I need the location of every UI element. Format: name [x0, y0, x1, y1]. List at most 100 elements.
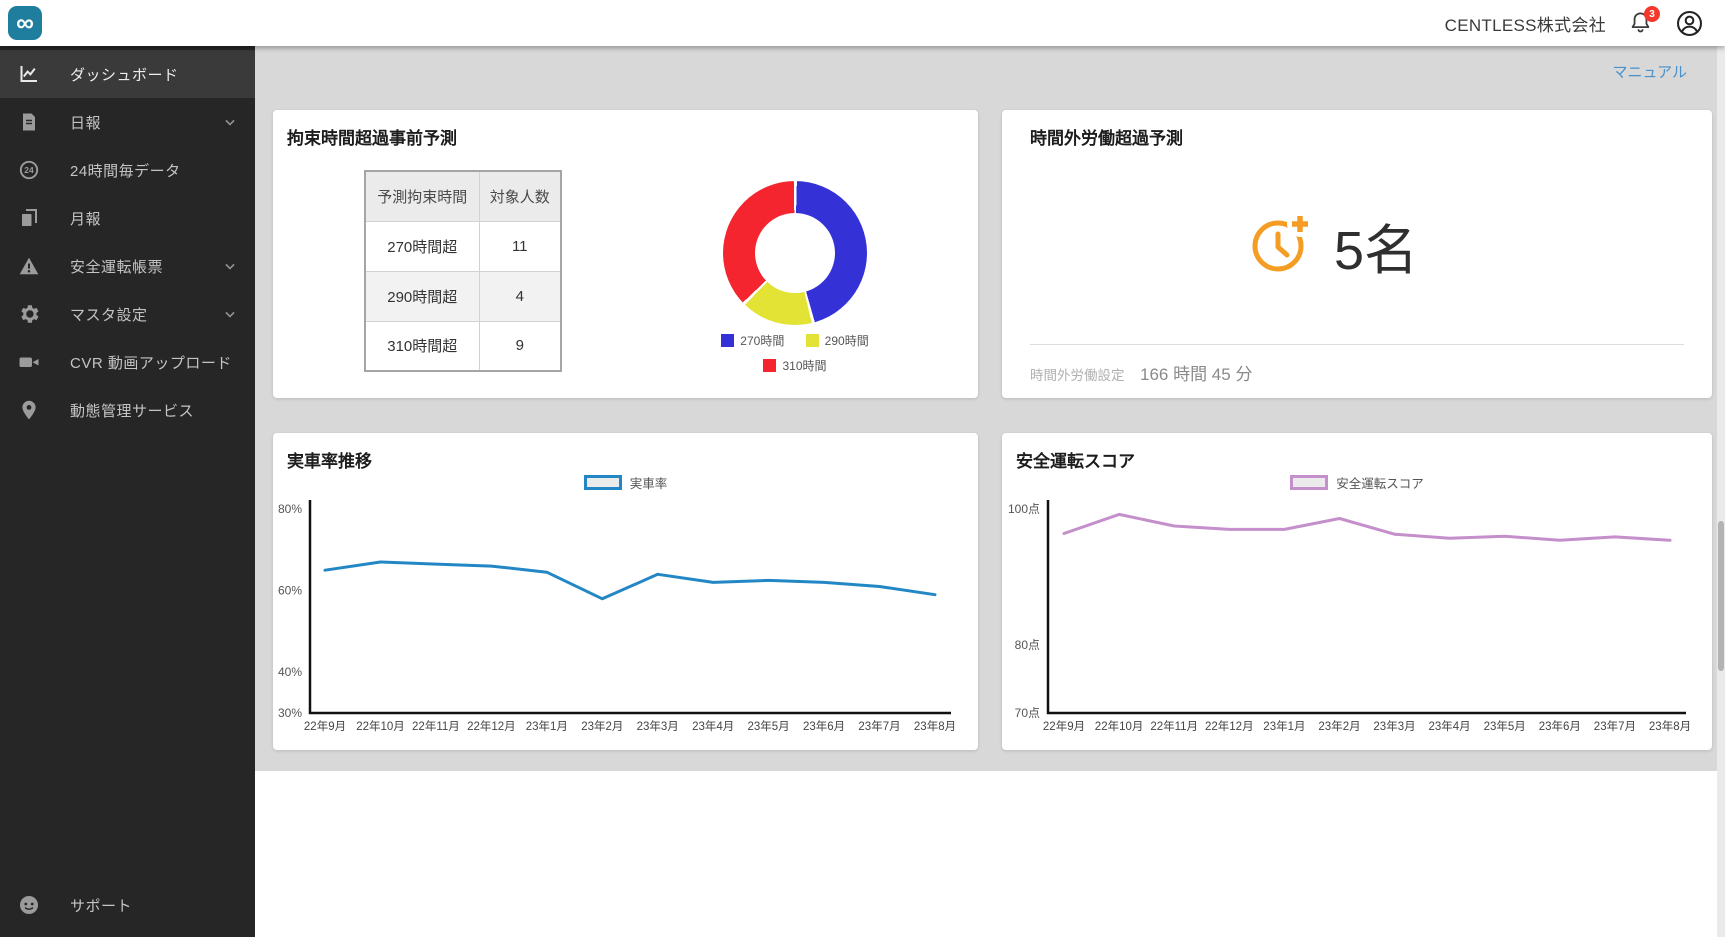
x-tick-label: 23年7月 [1594, 719, 1636, 733]
legend-label: 290時間 [825, 332, 869, 349]
x-tick-label: 23年2月 [1318, 719, 1360, 733]
x-tick-label: 23年3月 [1373, 719, 1415, 733]
table-cell: 9 [479, 321, 561, 371]
x-tick-label: 22年12月 [467, 719, 516, 733]
x-tick-label: 22年9月 [1043, 719, 1085, 733]
sidebar-item-label: サポート [70, 895, 132, 916]
sidebar-item-label: CVR 動画アップロード [70, 352, 232, 373]
sidebar-item-label: 月報 [70, 208, 101, 229]
sidebar-item-safe-driving-forms[interactable]: 安全運転帳票 [0, 242, 255, 290]
scrollbar-track[interactable] [1717, 46, 1725, 937]
x-tick-label: 23年7月 [858, 719, 900, 733]
x-tick-label: 22年11月 [1150, 719, 1198, 733]
account-icon[interactable] [1676, 10, 1703, 37]
legend-label: 310時間 [782, 357, 826, 374]
legend-swatch [721, 334, 734, 347]
y-tick-label: 100点 [1008, 502, 1040, 516]
chart-legend: 安全運転スコア [1002, 473, 1712, 492]
x-tick-label: 23年6月 [803, 719, 845, 733]
table-cell: 290時間超 [365, 271, 479, 321]
card-overtime-prediction: 時間外労働超過予測 5名 時間外労働設定 166 時間 45 分 [1002, 110, 1712, 398]
y-tick-label: 80% [278, 502, 302, 516]
y-tick-label: 40% [278, 665, 302, 679]
legend-label: 270時間 [740, 332, 784, 349]
sidebar-item-24h-data[interactable]: 24 24時間毎データ [0, 146, 255, 194]
app-logo[interactable]: ∞ [8, 6, 42, 40]
x-tick-label: 22年12月 [1205, 719, 1254, 733]
video-camera-icon [18, 351, 40, 373]
line-chart-safety-score: 100点80点70点22年9月22年10月22年11月22年12月23年1月23… [1002, 497, 1712, 747]
x-tick-label: 23年3月 [637, 719, 679, 733]
table-header-row: 予測拘束時間 対象人数 [365, 171, 561, 221]
chart-axis [310, 500, 951, 713]
company-name: CENTLESS株式会社 [1445, 11, 1606, 36]
chevron-down-icon [221, 257, 239, 275]
gear-icon [18, 303, 40, 325]
chevron-down-icon [221, 113, 239, 131]
main-content: マニュアル 拘束時間超過事前予測 予測拘束時間 対象人数 270時間超 11 2… [255, 46, 1725, 937]
x-tick-label: 23年4月 [1429, 719, 1471, 733]
x-tick-label: 22年10月 [1095, 719, 1144, 733]
sidebar-item-dynamic-management[interactable]: 動態管理サービス [0, 386, 255, 434]
donut-chart [723, 181, 867, 325]
legend-label: 安全運転スコア [1336, 473, 1424, 492]
series-line [1064, 514, 1670, 540]
sidebar-item-dashboard[interactable]: ダッシュボード [0, 50, 255, 98]
top-bar: ∞ CENTLESS株式会社 3 [0, 0, 1725, 46]
legend-swatch [584, 475, 622, 490]
donut-legend: 270時間 290時間 310時間 [675, 332, 915, 382]
x-tick-label: 23年5月 [1484, 719, 1526, 733]
x-tick-label: 22年9月 [304, 719, 346, 733]
svg-text:24: 24 [24, 165, 34, 175]
legend-label: 実車率 [630, 473, 668, 492]
notification-badge: 3 [1644, 6, 1660, 22]
clock-24-icon: 24 [18, 159, 40, 181]
pages-icon [18, 207, 40, 229]
sidebar-item-label: 動態管理サービス [70, 400, 194, 421]
y-tick-label: 30% [278, 706, 302, 720]
card-restraint-time-prediction: 拘束時間超過事前予測 予測拘束時間 対象人数 270時間超 11 290時間超 … [273, 110, 978, 398]
series-line [325, 562, 935, 599]
y-tick-label: 60% [278, 584, 302, 598]
card-actual-rate-chart: 実車率推移 実車率 80%60%40%30%22年9月22年10月22年11月2… [273, 433, 978, 750]
chart-legend: 実車率 [273, 473, 978, 492]
sidebar-item-daily-report[interactable]: 日報 [0, 98, 255, 146]
restraint-table: 予測拘束時間 対象人数 270時間超 11 290時間超 4 310時間超 9 [364, 170, 562, 372]
y-tick-label: 70点 [1015, 706, 1040, 720]
chart-axis [1048, 500, 1686, 713]
sidebar-item-cvr-video-upload[interactable]: CVR 動画アップロード [0, 338, 255, 386]
table-cell: 310時間超 [365, 321, 479, 371]
x-tick-label: 22年11月 [412, 719, 460, 733]
sidebar-item-support[interactable]: サポート [0, 881, 255, 929]
x-tick-label: 23年1月 [526, 719, 568, 733]
sidebar-item-label: 日報 [70, 112, 101, 133]
x-tick-label: 23年4月 [692, 719, 734, 733]
clock-plus-icon [1250, 210, 1316, 276]
y-tick-label: 80点 [1015, 638, 1040, 652]
legend-swatch [763, 359, 776, 372]
overtime-setting-label: 時間外労働設定 [1030, 364, 1125, 384]
overtime-count: 5名 [1334, 206, 1418, 285]
x-tick-label: 23年2月 [581, 719, 623, 733]
sidebar-item-label: 安全運転帳票 [70, 256, 163, 277]
document-icon [18, 111, 40, 133]
notifications-button[interactable]: 3 [1628, 10, 1654, 36]
sidebar-item-label: 24時間毎データ [70, 160, 181, 181]
support-robot-icon [18, 894, 40, 916]
map-pin-icon [18, 399, 40, 421]
chart-line-icon [18, 63, 40, 85]
scrollbar-thumb[interactable] [1718, 521, 1724, 671]
table-row: 290時間超 4 [365, 271, 561, 321]
sidebar-item-label: マスタ設定 [70, 304, 148, 325]
line-chart-actual-rate: 80%60%40%30%22年9月22年10月22年11月22年12月23年1月… [273, 497, 978, 747]
card-title: 時間外労働超過予測 [1030, 124, 1183, 149]
sidebar-item-master-settings[interactable]: マスタ設定 [0, 290, 255, 338]
x-tick-label: 23年5月 [748, 719, 790, 733]
card-safety-score-chart: 安全運転スコア 安全運転スコア 100点80点70点22年9月22年10月22年… [1002, 433, 1712, 750]
card-title: 拘束時間超過事前予測 [287, 124, 457, 149]
table-cell: 11 [479, 221, 561, 271]
manual-link[interactable]: マニュアル [1612, 61, 1687, 82]
table-header-cell: 対象人数 [479, 171, 561, 221]
sidebar-item-monthly-report[interactable]: 月報 [0, 194, 255, 242]
legend-item: 290時間 [806, 332, 869, 349]
